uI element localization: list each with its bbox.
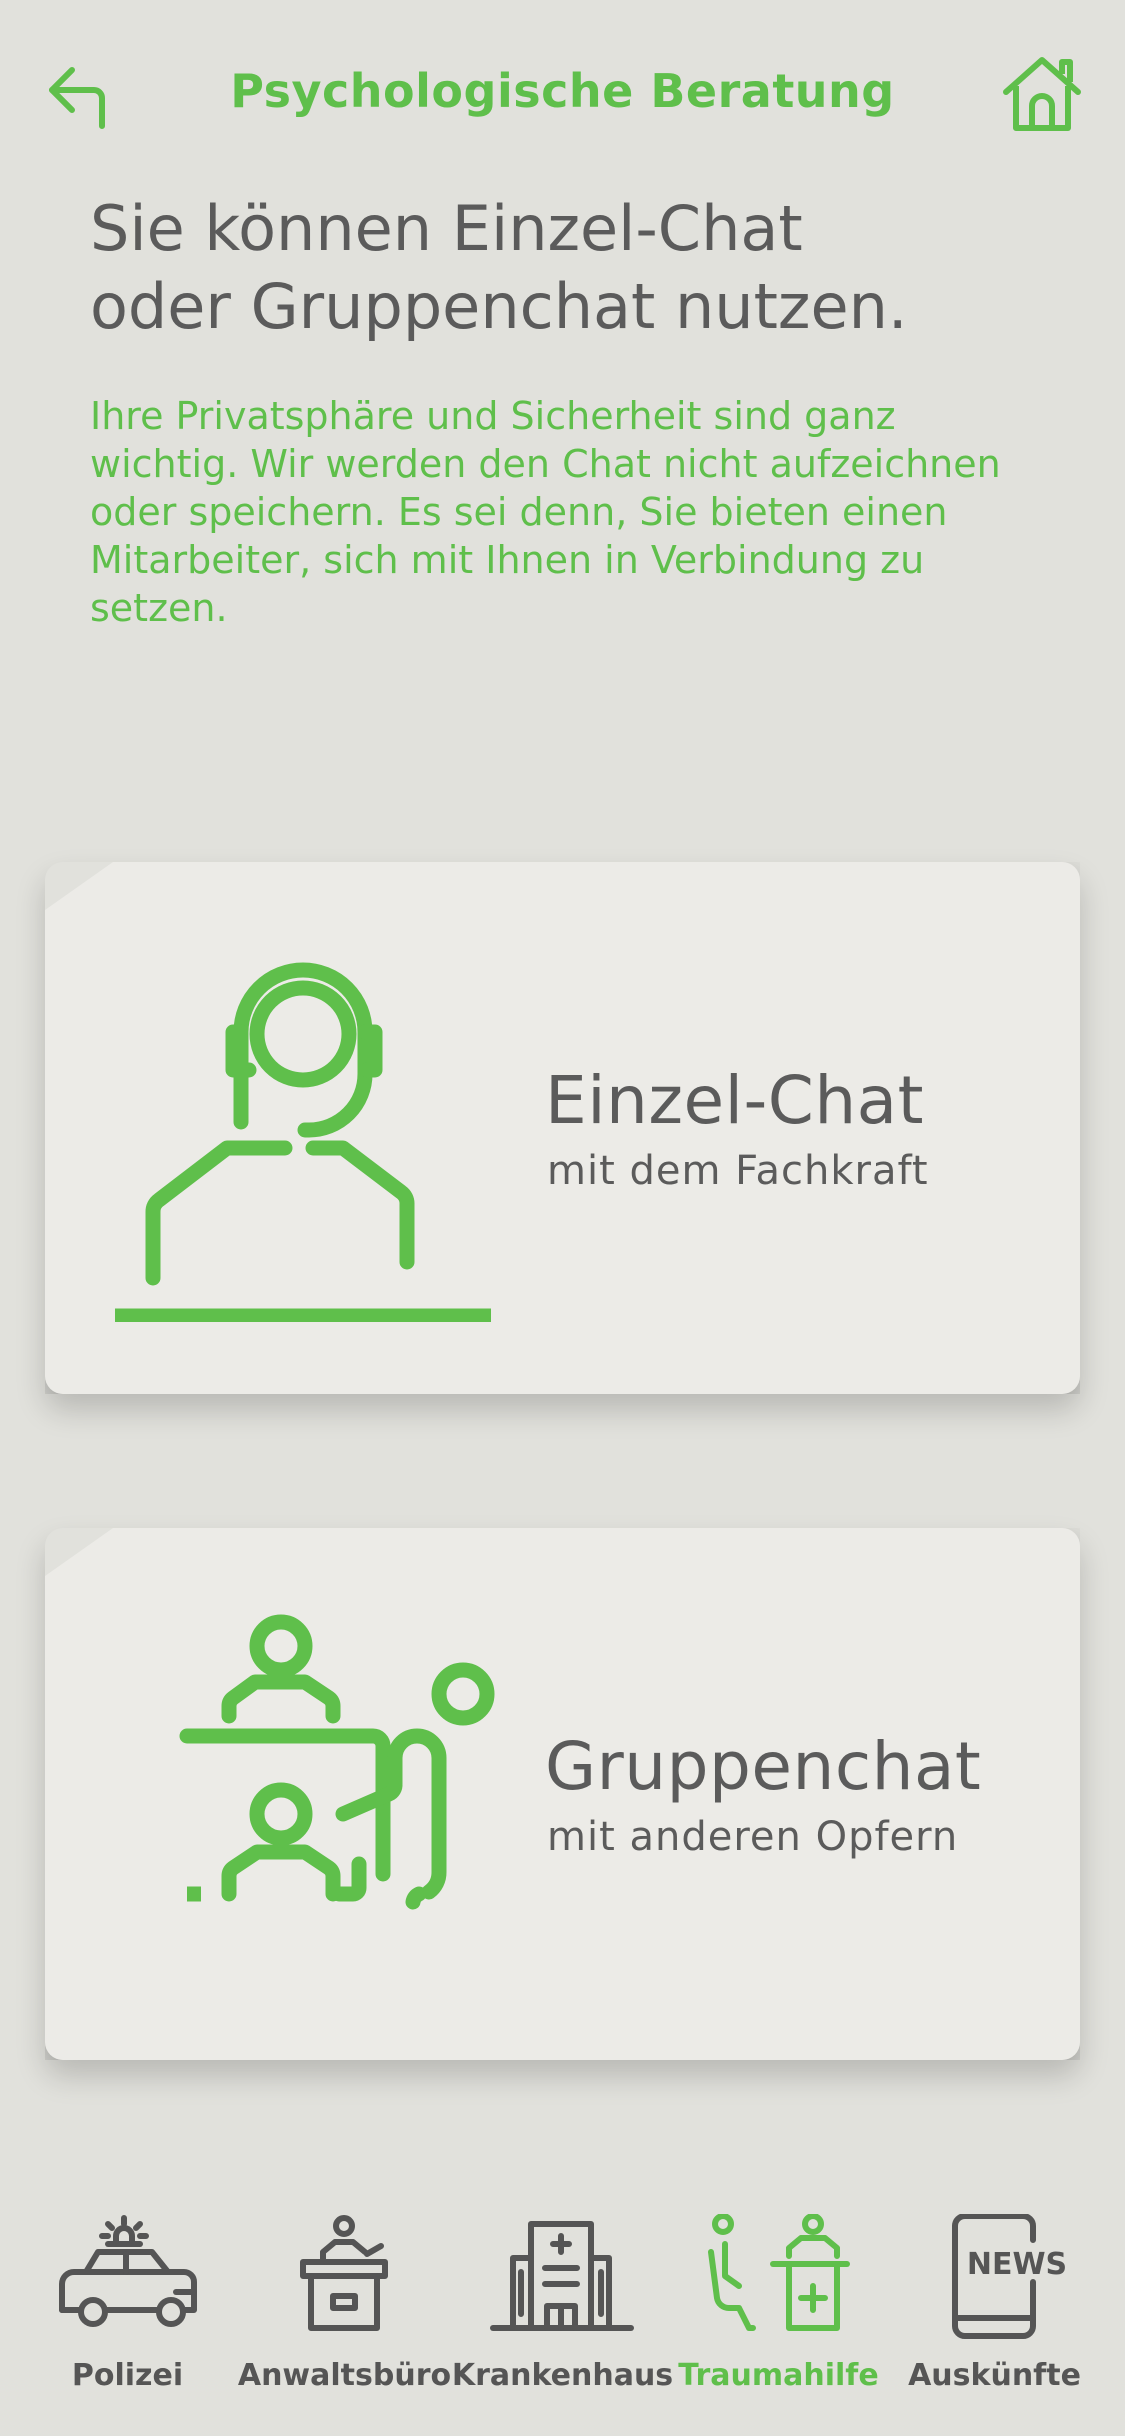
- single-chat-subtitle: mit dem Fachkraft: [547, 1148, 929, 1194]
- group-chat-subtitle: mit anderen Opfern: [547, 1814, 959, 1860]
- counselor-headset-icon: [115, 962, 491, 1322]
- privacy-intro-text: Ihre Privatsphäre und Sicherheit sind ga…: [90, 394, 1001, 630]
- single-chat-card[interactable]: Einzel-Chat mit dem Fachkraft: [45, 862, 1080, 1394]
- group-chat-card[interactable]: Gruppenchat mit anderen Opfern: [45, 1528, 1080, 2060]
- tab-auskuenfte[interactable]: NEWS Auskünfte: [882, 2200, 1107, 2400]
- headline: Sie können Einzel-Chat oder Gruppenchat …: [90, 192, 908, 343]
- tab-polizei[interactable]: Polizei: [15, 2200, 240, 2400]
- tab-anwaltsbuero[interactable]: Anwaltsbüro: [232, 2200, 457, 2400]
- header-bar: Psychologische Beratung: [0, 0, 1125, 180]
- tab-traumahilfe[interactable]: Traumahilfe: [666, 2200, 891, 2400]
- home-icon: [1003, 57, 1081, 131]
- tab-label: Traumahilfe: [678, 2358, 879, 2393]
- police-car-icon: [59, 2215, 197, 2327]
- group-chat-title: Gruppenchat: [545, 1728, 982, 1805]
- hospital-icon: [490, 2221, 634, 2331]
- trauma-help-icon: [708, 2214, 850, 2331]
- group-meeting-icon: [179, 1614, 495, 1910]
- tab-krankenhaus[interactable]: Krankenhaus: [450, 2200, 675, 2400]
- home-button[interactable]: [1000, 52, 1084, 136]
- lawyer-podium-icon: [300, 2215, 388, 2331]
- tab-label: Anwaltsbüro: [237, 2358, 452, 2393]
- tab-label: Polizei: [71, 2358, 184, 2393]
- tab-label: Auskünfte: [908, 2358, 1081, 2393]
- tab-label: Krankenhaus: [451, 2358, 674, 2393]
- single-chat-title: Einzel-Chat: [545, 1062, 925, 1139]
- page-title: Psychologische Beratung: [230, 64, 895, 118]
- news-phone-icon: NEWS: [952, 2214, 1067, 2339]
- bottom-tab-bar: Polizei Anwaltsbüro Krankenhaus Traumahi…: [0, 2200, 1125, 2436]
- news-label: NEWS: [967, 2247, 1067, 2282]
